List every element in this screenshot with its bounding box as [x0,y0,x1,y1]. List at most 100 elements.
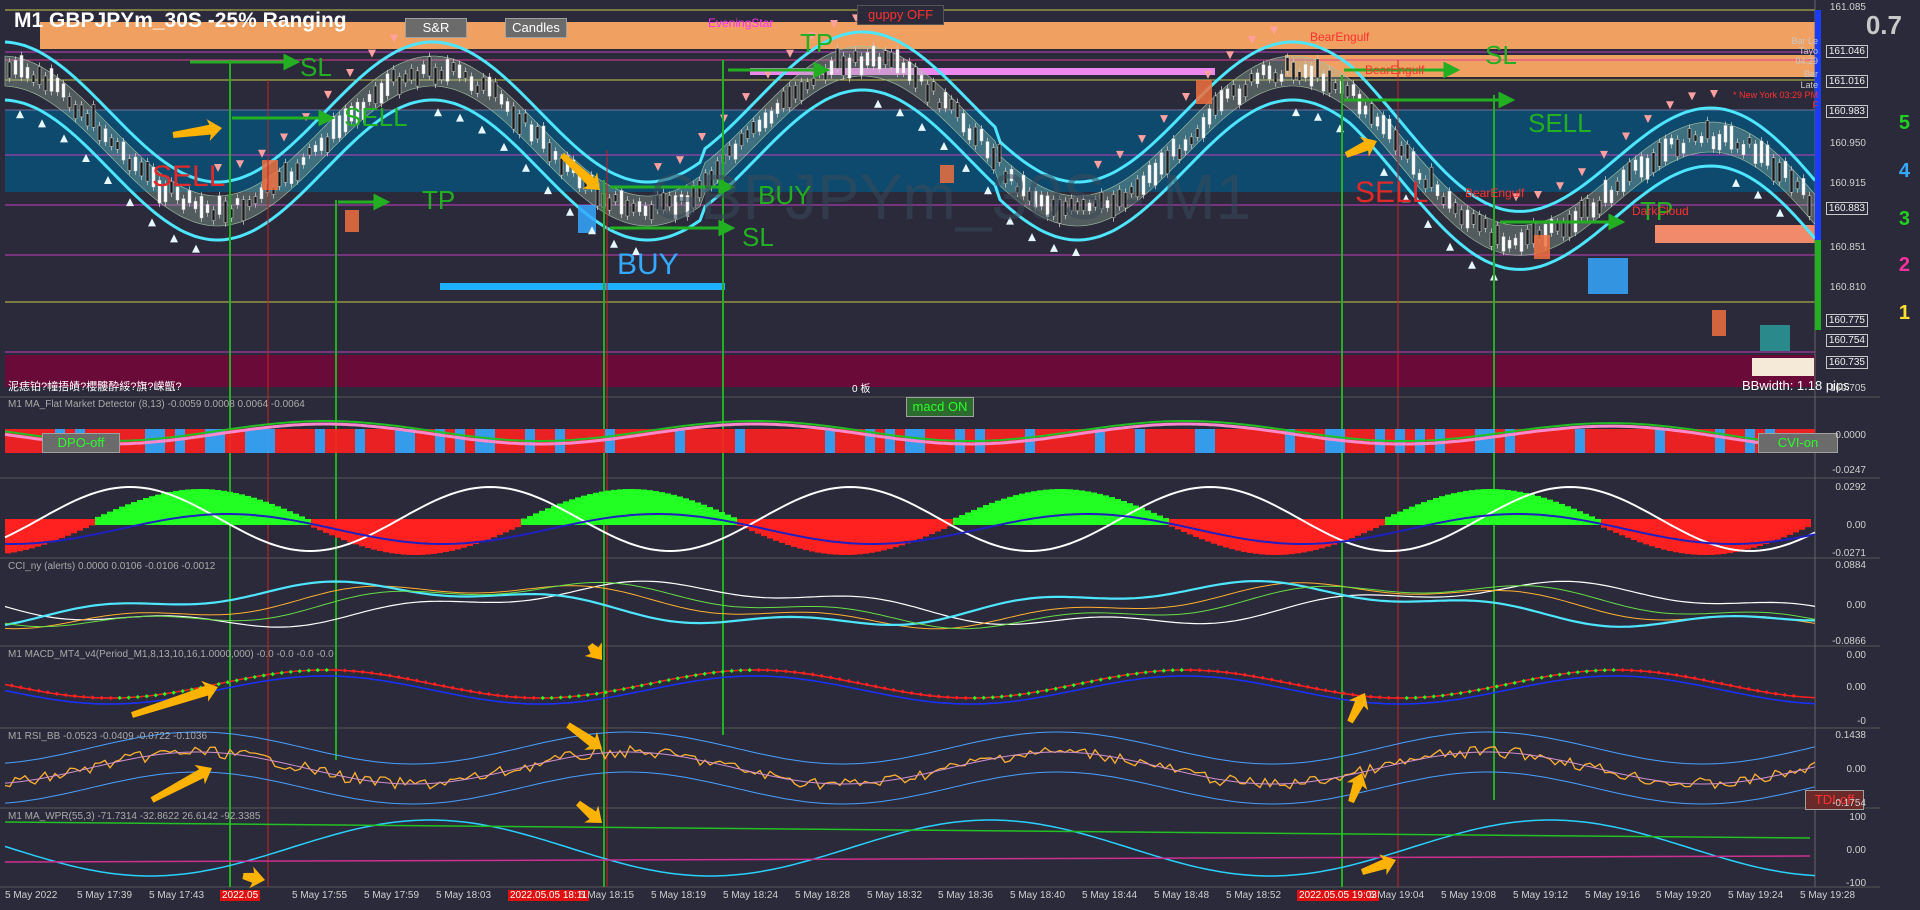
price-tick-5: 160.915 [1829,178,1866,189]
indicator-5-name: M1 MA_WPR(55,3) -71.7314 -32.8622 26.614… [8,811,261,822]
cvi-button[interactable]: CVI-on [1758,433,1838,453]
indicator-2-axis-2: -0.0866 [1832,636,1866,647]
garbled-status-text: 泥痣铂?幢捂皟?櫻髏酔綏?旗?嵘甑? [8,381,182,393]
sell-label-3: SELL [1355,176,1429,209]
time-tick-15: 5 May 18:44 [1082,890,1138,901]
salmon-zone-right [1655,225,1815,243]
time-tick-9: 5 May 18:19 [651,890,707,901]
maroon-zone [5,355,1815,387]
price-tick-6: 160.883 [1825,202,1868,215]
sl-label-3: SL [1485,40,1517,70]
time-tick-20: 5 May 19:08 [1441,890,1497,901]
indicator-1-axis-1: 0.00 [1846,520,1866,531]
level-number-4: 2 [1898,254,1910,276]
price-tick-1: 161.046 [1825,45,1868,58]
indicator-2-name: CCI_ny (alerts) 0.0000 0.0106 -0.0106 -0… [8,561,216,572]
time-tick-23: 5 May 19:20 [1656,890,1712,901]
indicator-4-axis-0: 0.1438 [1835,730,1866,741]
time-tick-2: 5 May 17:43 [149,890,205,901]
price-tick-11: 160.735 [1825,356,1868,369]
indicator-2-axis-0: 0.0884 [1835,560,1866,571]
right-note-2: 04:29 [1795,56,1818,66]
time-tick-14: 5 May 18:40 [1010,890,1066,901]
sl-label-2: SL [742,222,774,252]
level-number-1: 5 [1898,112,1910,134]
time-tick-12: 5 May 18:32 [867,890,923,901]
white-box [1752,358,1814,376]
indicator-1-axis-2: -0.0271 [1832,548,1866,559]
time-tick-10: 5 May 18:24 [723,890,779,901]
time-tick-1: 5 May 17:39 [77,890,133,901]
bear-engulf-label-3: BearEngulf [1465,186,1525,200]
sl-label-1: SL [300,52,332,82]
sr-button[interactable]: S&R [405,18,467,38]
time-tick-7: 2022.05.05 18:11 [508,890,590,901]
sell-label-1: SELL [152,160,226,193]
right-note-1: Tayo [1798,46,1818,56]
sell-label-4: SELL [1528,108,1592,138]
dark-cloud-label: DarkCloud [1632,204,1689,218]
macd-button[interactable]: macd ON [906,397,974,417]
level-number-0: 0.7 [1865,10,1902,40]
right-note-5: * New York 03:29 PM [1732,90,1818,100]
time-tick-25: 5 May 19:28 [1800,890,1856,901]
time-tick-6: 5 May 18:03 [436,890,492,901]
price-tick-0: 161.085 [1829,2,1866,13]
indicator-3-axis-0: 0.00 [1846,650,1866,661]
right-note-0: Bar Le [1791,36,1818,46]
time-tick-3: 2022.05 [220,890,261,901]
indicator-3-axis-1: 0.00 [1846,682,1866,693]
indicator-4-axis-1: 0.00 [1846,764,1866,775]
indicator-5-axis-1: 0.00 [1846,845,1866,856]
indicator-5-axis-0: 100 [1849,812,1866,823]
level-number-5: 1 [1898,302,1910,324]
chart-title: M1 GBPJPYm_30S -25% Ranging [14,9,347,32]
time-tick-13: 5 May 18:36 [938,890,994,901]
price-tick-8: 160.810 [1829,282,1866,293]
indicator-5-axis-2: -100 [1845,878,1866,889]
indicator-1-axis-0: 0.0292 [1835,482,1866,493]
time-tick-19: 5 May 19:04 [1369,890,1425,901]
right-note-6: F [1812,100,1819,110]
right-note-4: Late [1800,80,1818,90]
tp-label-2: TP [800,28,834,58]
dpo-button[interactable]: DPO-off [42,433,120,453]
time-tick-21: 5 May 19:12 [1513,890,1569,901]
price-tick-9: 160.775 [1825,314,1868,327]
price-tick-3: 160.983 [1825,105,1868,118]
price-tick-4: 160.950 [1829,138,1866,149]
bear-engulf-label-1: BearEngulf [1310,30,1370,44]
price-tick-7: 160.851 [1829,242,1866,253]
bear-engulf-label-2: BearEngulf [1365,63,1425,77]
time-tick-0: 5 May 2022 [5,890,58,901]
evening-star-label: EveningStar [708,16,774,30]
indicator-2-axis-1: 0.00 [1846,600,1866,611]
time-tick-11: 5 May 18:28 [795,890,851,901]
indicator-4-name: M1 RSI_BB -0.0523 -0.0409 -0.0722 -0.103… [8,731,208,742]
indicator-0-axis-0: 0.0000 [1835,430,1866,441]
indicator-4-axis-2: -0.1754 [1832,798,1866,809]
time-tick-18: 2022.05.05 19:03 [1297,890,1379,901]
candles-button[interactable]: Candles [505,18,567,38]
time-tick-4: 5 May 17:55 [292,890,348,901]
buy-label-2: BUY [758,180,812,210]
trading-chart[interactable] [0,0,1920,910]
tp-label-1: TP [422,185,456,215]
price-tick-10: 160.754 [1825,334,1868,347]
price-tick-12: 160.705 [1829,383,1866,394]
price-tick-2: 161.016 [1825,75,1868,88]
right-note-3: Bar [1803,69,1818,79]
time-tick-16: 5 May 18:48 [1154,890,1210,901]
indicator-0-axis-1: -0.0247 [1832,465,1866,476]
time-tick-24: 5 May 19:24 [1728,890,1784,901]
green-strip [1815,240,1821,330]
guppy-button[interactable]: guppy OFF [857,5,944,25]
buy-label-1: BUY [617,248,679,281]
sell-label-2: SELL [344,102,408,132]
time-tick-8: 5 May 18:15 [579,890,635,901]
level-number-3: 3 [1898,208,1910,230]
time-tick-5: 5 May 17:59 [364,890,420,901]
time-tick-22: 5 May 19:16 [1585,890,1641,901]
time-tick-17: 5 May 18:52 [1226,890,1282,901]
watermark: GBPJPYm_30S - M1 [650,161,1252,233]
